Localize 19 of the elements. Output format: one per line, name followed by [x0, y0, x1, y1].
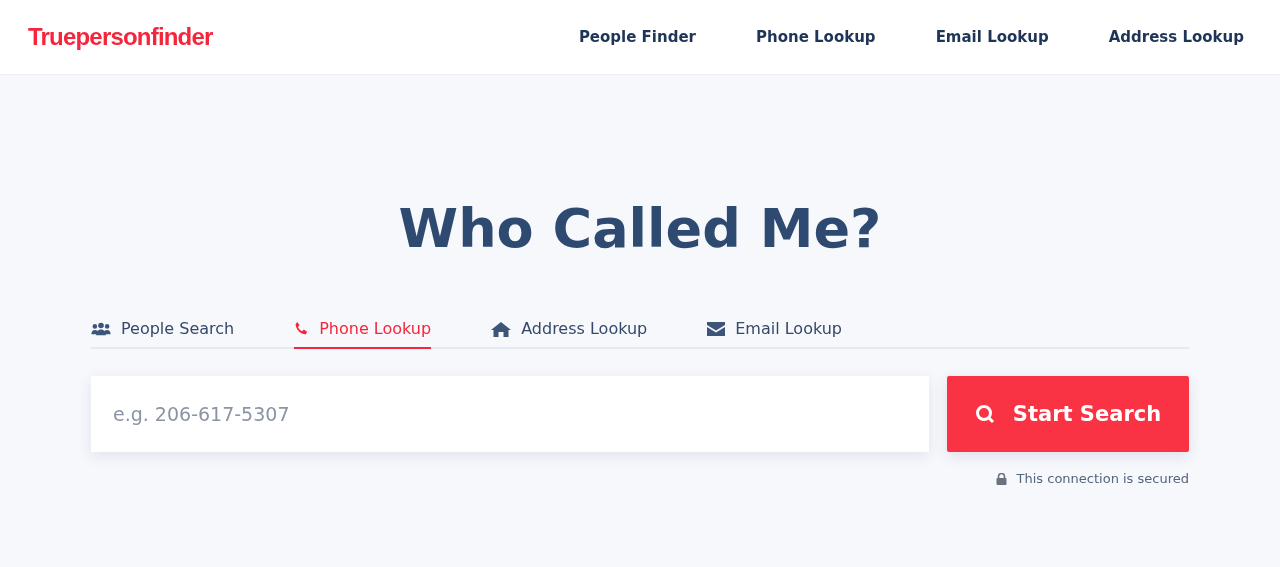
nav-link[interactable]: Address Lookup	[1098, 28, 1254, 46]
people-icon	[91, 321, 111, 336]
search-tab[interactable]: Email Lookup	[707, 313, 842, 349]
house-icon	[491, 320, 512, 337]
security-note: This connection is secured	[1016, 471, 1189, 486]
phone-input-field[interactable]: e.g. 206-617-5307	[91, 376, 929, 452]
nav-link[interactable]: People Finder	[568, 28, 706, 46]
envelope-icon	[707, 321, 726, 336]
search-tab[interactable]: Phone Lookup	[294, 313, 432, 349]
page-title: Who Called Me?	[397, 199, 883, 259]
nav-link[interactable]: Phone Lookup	[746, 28, 886, 46]
phone-icon	[294, 321, 310, 336]
logo[interactable]: Truepersonfinder	[28, 23, 213, 51]
search-icon	[974, 404, 995, 424]
nav-link[interactable]: Email Lookup	[925, 28, 1059, 46]
lock-icon	[995, 472, 1007, 485]
search-tab[interactable]: People Search	[91, 313, 235, 349]
start-search-button[interactable]: Start Search	[947, 376, 1189, 452]
search-tab[interactable]: Address Lookup	[491, 313, 648, 349]
